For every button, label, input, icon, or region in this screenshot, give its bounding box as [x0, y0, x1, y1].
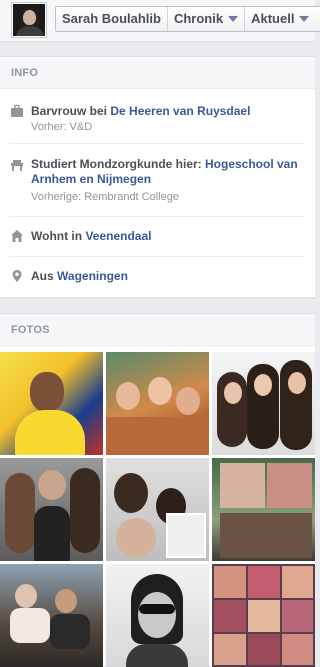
work-previous: Vorher: V&D	[31, 121, 93, 133]
current-label: Aktuell	[251, 11, 295, 26]
location-pin-icon	[12, 270, 22, 282]
briefcase-icon	[11, 104, 23, 117]
photo-thumbnail[interactable]	[106, 458, 209, 561]
photo-thumbnail[interactable]	[0, 458, 103, 561]
current-dropdown[interactable]: Aktuell	[245, 7, 320, 31]
profile-avatar[interactable]	[12, 3, 46, 37]
from-text: Aus Wageningen	[31, 269, 305, 284]
school-icon	[11, 160, 23, 171]
lives-prefix: Wohnt in	[31, 229, 86, 243]
photo-thumbnail[interactable]	[106, 352, 209, 455]
photo-thumbnail[interactable]	[0, 564, 103, 667]
profile-name: Sarah Boulahlib	[62, 11, 161, 26]
chevron-down-icon	[299, 16, 310, 22]
photo-thumbnail[interactable]	[0, 352, 103, 455]
lives-text: Wohnt in Veenendaal	[31, 229, 305, 244]
profile-name-button[interactable]: Sarah Boulahlib	[56, 7, 168, 31]
timeline-dropdown[interactable]: Chronik	[168, 7, 246, 31]
work-link[interactable]: De Heeren van Ruysdael	[110, 104, 250, 118]
photos-section-title: FOTOS	[0, 314, 315, 346]
info-row-study: Studiert Mondzorgkunde hier: Hogeschool …	[0, 144, 305, 217]
study-text: Studiert Mondzorgkunde hier: Hogeschool …	[31, 157, 305, 187]
photo-thumbnail[interactable]	[106, 564, 209, 667]
from-prefix: Aus	[31, 269, 58, 283]
photos-panel: FOTOS	[0, 313, 315, 667]
work-prefix: Barvrouw bei	[31, 104, 111, 118]
photo-thumbnail[interactable]	[212, 564, 315, 667]
info-section-title: INFO	[0, 57, 315, 89]
avatar-face	[23, 10, 36, 25]
chevron-down-icon	[228, 16, 239, 22]
profile-nav-buttons: Sarah Boulahlib Chronik Aktuell	[55, 6, 320, 32]
photo-thumbnail[interactable]	[212, 352, 315, 455]
lives-link[interactable]: Veenendaal	[85, 229, 151, 243]
profile-header-bar: Sarah Boulahlib Chronik Aktuell	[0, 0, 320, 42]
avatar-shoulders	[16, 26, 44, 36]
info-row-lives: Wohnt in Veenendaal	[0, 217, 305, 257]
info-panel: INFO Barvrouw bei De Heeren van Ruysdael…	[0, 56, 315, 298]
work-text: Barvrouw bei De Heeren van Ruysdael	[31, 104, 305, 119]
info-row-from: Aus Wageningen	[0, 257, 305, 297]
timeline-label: Chronik	[173, 11, 224, 26]
study-previous: Vorherige: Rembrandt College	[31, 191, 179, 203]
info-row-work: Barvrouw bei De Heeren van Ruysdael Vorh…	[0, 89, 305, 144]
from-link[interactable]: Wageningen	[57, 269, 128, 283]
study-prefix: Studiert Mondzorgkunde hier:	[31, 157, 205, 171]
home-icon	[11, 230, 23, 242]
photo-thumbnail[interactable]	[212, 458, 315, 561]
